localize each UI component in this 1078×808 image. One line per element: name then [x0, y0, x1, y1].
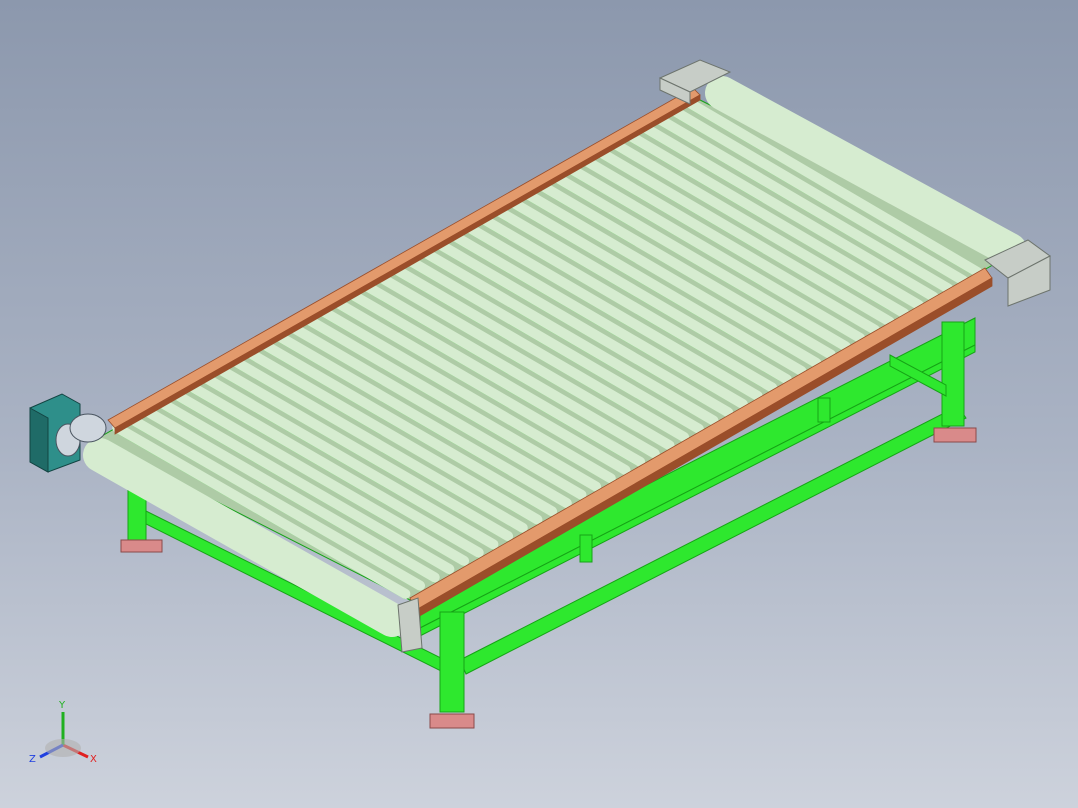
middle-hanger-1 — [579, 534, 593, 563]
triad-x-label: X — [90, 754, 97, 765]
right-leg — [941, 321, 965, 427]
foot-plate-front — [429, 713, 475, 729]
triad-y-label: Y — [58, 700, 66, 711]
triad-z-label: Z — [29, 754, 36, 765]
conveyor-model[interactable]: X Y Z — [0, 0, 1078, 808]
middle-hanger-2 — [817, 397, 831, 423]
bearing-block-front — [397, 597, 423, 653]
foot-plate-back — [120, 539, 163, 553]
triad-base — [45, 739, 81, 757]
foot-plate-right — [933, 427, 977, 443]
cad-viewport[interactable]: X Y Z — [0, 0, 1078, 808]
gearbox-face — [29, 407, 49, 473]
motor-hub — [69, 413, 107, 443]
front-left-leg — [439, 611, 465, 713]
axis-triad: X Y Z — [29, 700, 97, 765]
